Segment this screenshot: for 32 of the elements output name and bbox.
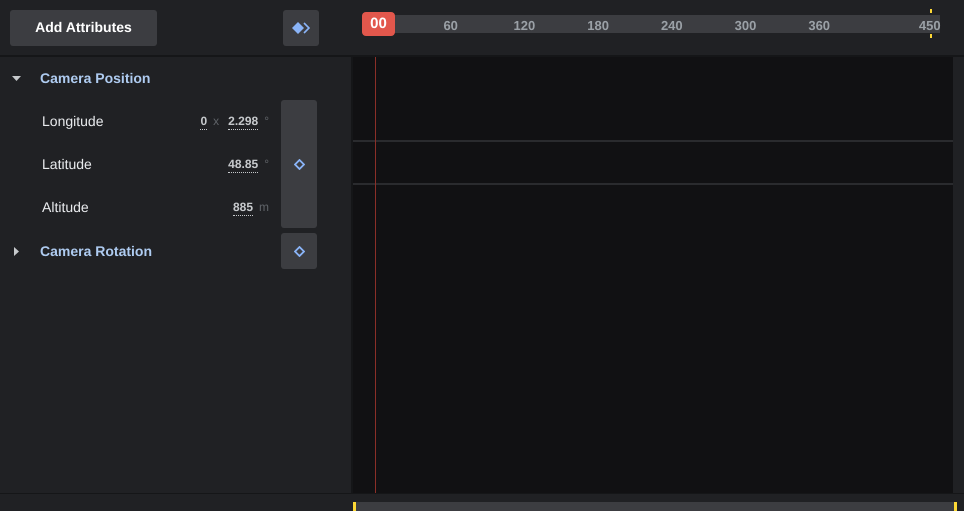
unit-label: ° xyxy=(264,157,269,172)
tick-label: 300 xyxy=(734,17,756,35)
diamond-icon xyxy=(294,246,304,256)
value-field[interactable]: 0 xyxy=(200,114,208,130)
attribute-label: Altitude xyxy=(42,198,90,217)
unit-label: m xyxy=(259,200,269,215)
tick-label: 60 xyxy=(443,17,458,35)
add-attributes-button[interactable]: Add Attributes xyxy=(10,10,157,46)
diamond-arrow-icon xyxy=(292,22,310,34)
group-label[interactable]: Camera Rotation xyxy=(40,240,281,262)
attribute-label: Latitude xyxy=(42,155,93,174)
value-field[interactable]: 885 xyxy=(232,200,253,216)
keyframe-navigate-button[interactable] xyxy=(283,10,319,46)
unit-label: x xyxy=(213,114,220,129)
group-label[interactable]: Camera Position xyxy=(40,68,351,88)
timeline-scrollbar[interactable] xyxy=(353,502,957,511)
keyframe-button[interactable] xyxy=(281,233,317,269)
playhead-handle[interactable]: 00 xyxy=(362,12,395,36)
tick-label: 240 xyxy=(660,17,683,35)
tick-label: 450 xyxy=(918,17,941,35)
end-marker-tick[interactable] xyxy=(930,34,932,38)
tick-label: 360 xyxy=(808,17,830,35)
unit-label: ° xyxy=(264,114,269,129)
tick-label: 120 xyxy=(514,17,536,35)
value-field[interactable]: 2.298 xyxy=(228,114,258,130)
end-marker-tick[interactable] xyxy=(930,9,932,13)
tick-label: 180 xyxy=(587,17,609,35)
value-field[interactable]: 48.85 xyxy=(228,156,258,172)
diamond-icon xyxy=(294,158,304,170)
caret-icon[interactable] xyxy=(12,74,21,82)
attribute-label: Longitude xyxy=(42,112,105,131)
caret-icon[interactable] xyxy=(12,246,21,256)
